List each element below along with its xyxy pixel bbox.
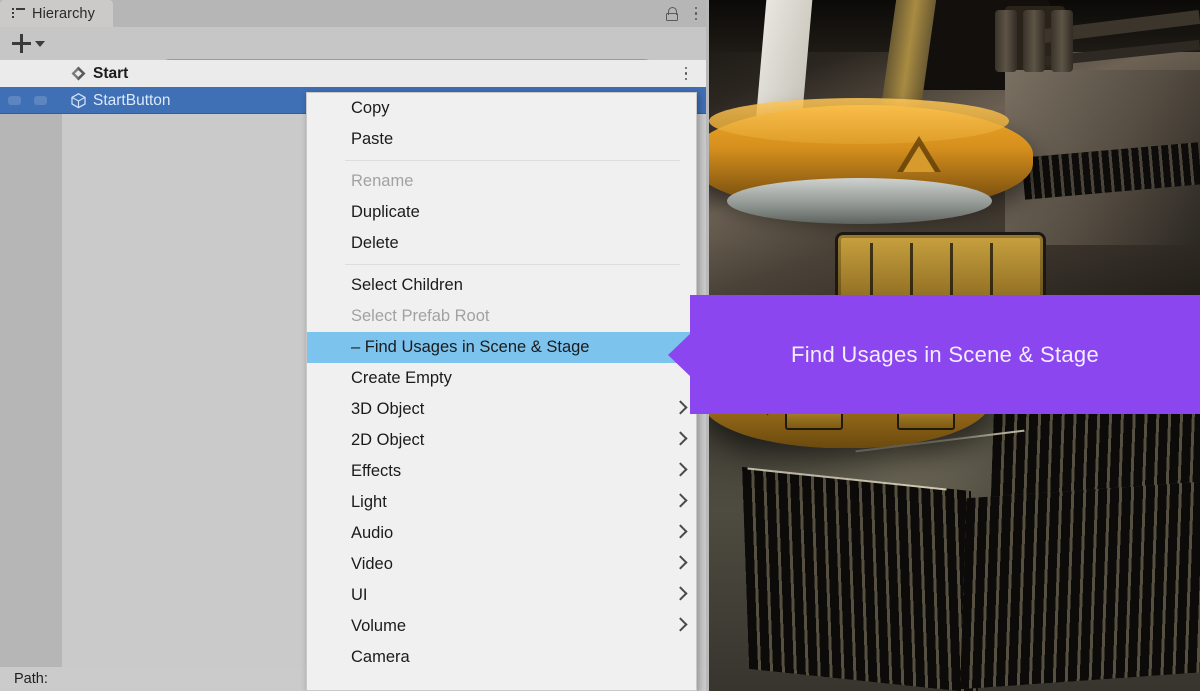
chevron-right-icon (673, 523, 688, 539)
menu-item-duplicate[interactable]: Duplicate (307, 197, 696, 228)
menu-item-light[interactable]: Light (307, 487, 696, 518)
menu-item-label: Effects (351, 462, 402, 480)
menu-item-3d-object[interactable]: 3D Object (307, 394, 696, 425)
menu-item-rename: Rename (307, 166, 696, 197)
row-kebab-icon[interactable] (684, 66, 688, 82)
menu-item-label: Select Children (351, 276, 463, 294)
unity-scene-icon (70, 65, 87, 82)
menu-item-find-usages-in-scene-stage[interactable]: – Find Usages in Scene & Stage (307, 332, 696, 363)
path-bar-label: Path: (14, 671, 48, 687)
hierarchy-gutter (0, 60, 62, 673)
hierarchy-tabbar: Hierarchy (0, 0, 706, 27)
menu-item-label: Select Prefab Root (351, 307, 490, 325)
menu-item-label: Volume (351, 617, 407, 635)
menu-item-label: 3D Object (351, 400, 425, 418)
chevron-down-icon (35, 40, 45, 47)
menu-item-camera[interactable]: Camera (307, 642, 696, 673)
menu-item-label: Delete (351, 234, 399, 252)
add-gameobject-button[interactable] (8, 30, 49, 57)
chevron-right-icon (673, 492, 688, 508)
menu-item-label: Audio (351, 524, 394, 542)
menu-separator (345, 160, 680, 161)
hierarchy-tab-actions (666, 0, 698, 27)
hierarchy-toolbar: startbu (0, 27, 706, 82)
callout-text: Find Usages in Scene & Stage (790, 341, 1100, 367)
menu-item-volume[interactable]: Volume (307, 611, 696, 642)
menu-item-label: Paste (351, 130, 394, 148)
menu-item-audio[interactable]: Audio (307, 518, 696, 549)
hierarchy-tab-label: Hierarchy (32, 5, 95, 22)
menu-item-copy[interactable]: Copy (307, 93, 696, 124)
menu-item-effects[interactable]: Effects (307, 456, 696, 487)
chevron-right-icon (673, 399, 688, 415)
menu-item-2d-object[interactable]: 2D Object (307, 425, 696, 456)
menu-item-label: Create Empty (351, 369, 452, 387)
menu-item-video[interactable]: Video (307, 549, 696, 580)
plus-icon (12, 34, 31, 53)
menu-item-label: Copy (351, 99, 390, 117)
menu-separator (345, 264, 680, 265)
menu-item-create-empty[interactable]: Create Empty (307, 363, 696, 394)
menu-item-label: – Find Usages in Scene & Stage (351, 338, 590, 356)
list-item-label: StartButton (93, 91, 171, 109)
callout-arrow-icon (668, 332, 691, 377)
list-icon (12, 8, 25, 19)
gameobject-cube-icon (70, 92, 87, 109)
list-item-label: Start (93, 64, 129, 82)
chevron-right-icon (673, 554, 688, 570)
selection-gutter-markers (8, 87, 47, 114)
menu-item-label: UI (351, 586, 368, 604)
kebab-menu-icon[interactable] (694, 6, 698, 22)
menu-item-label: 2D Object (351, 431, 425, 449)
chevron-right-icon (673, 430, 688, 446)
tab-hierarchy[interactable]: Hierarchy (0, 0, 113, 27)
menu-item-label: Video (351, 555, 393, 573)
list-item[interactable]: Start (0, 60, 706, 87)
callout-tooltip: Find Usages in Scene & Stage (668, 295, 1200, 414)
chevron-right-icon (673, 585, 688, 601)
menu-item-label: Duplicate (351, 203, 420, 221)
menu-item-label: Camera (351, 648, 410, 666)
menu-item-delete[interactable]: Delete (307, 228, 696, 259)
chevron-right-icon (673, 616, 688, 632)
menu-item-label: Light (351, 493, 387, 511)
lock-icon[interactable] (666, 6, 678, 21)
menu-item-select-children[interactable]: Select Children (307, 270, 696, 301)
chevron-right-icon (673, 461, 688, 477)
menu-item-ui[interactable]: UI (307, 580, 696, 611)
menu-item-label: Rename (351, 172, 414, 190)
menu-item-paste[interactable]: Paste (307, 124, 696, 155)
menu-item-select-prefab-root: Select Prefab Root (307, 301, 696, 332)
context-menu[interactable]: Copy Paste Rename Duplicate Delete Select Chi… (306, 92, 697, 691)
